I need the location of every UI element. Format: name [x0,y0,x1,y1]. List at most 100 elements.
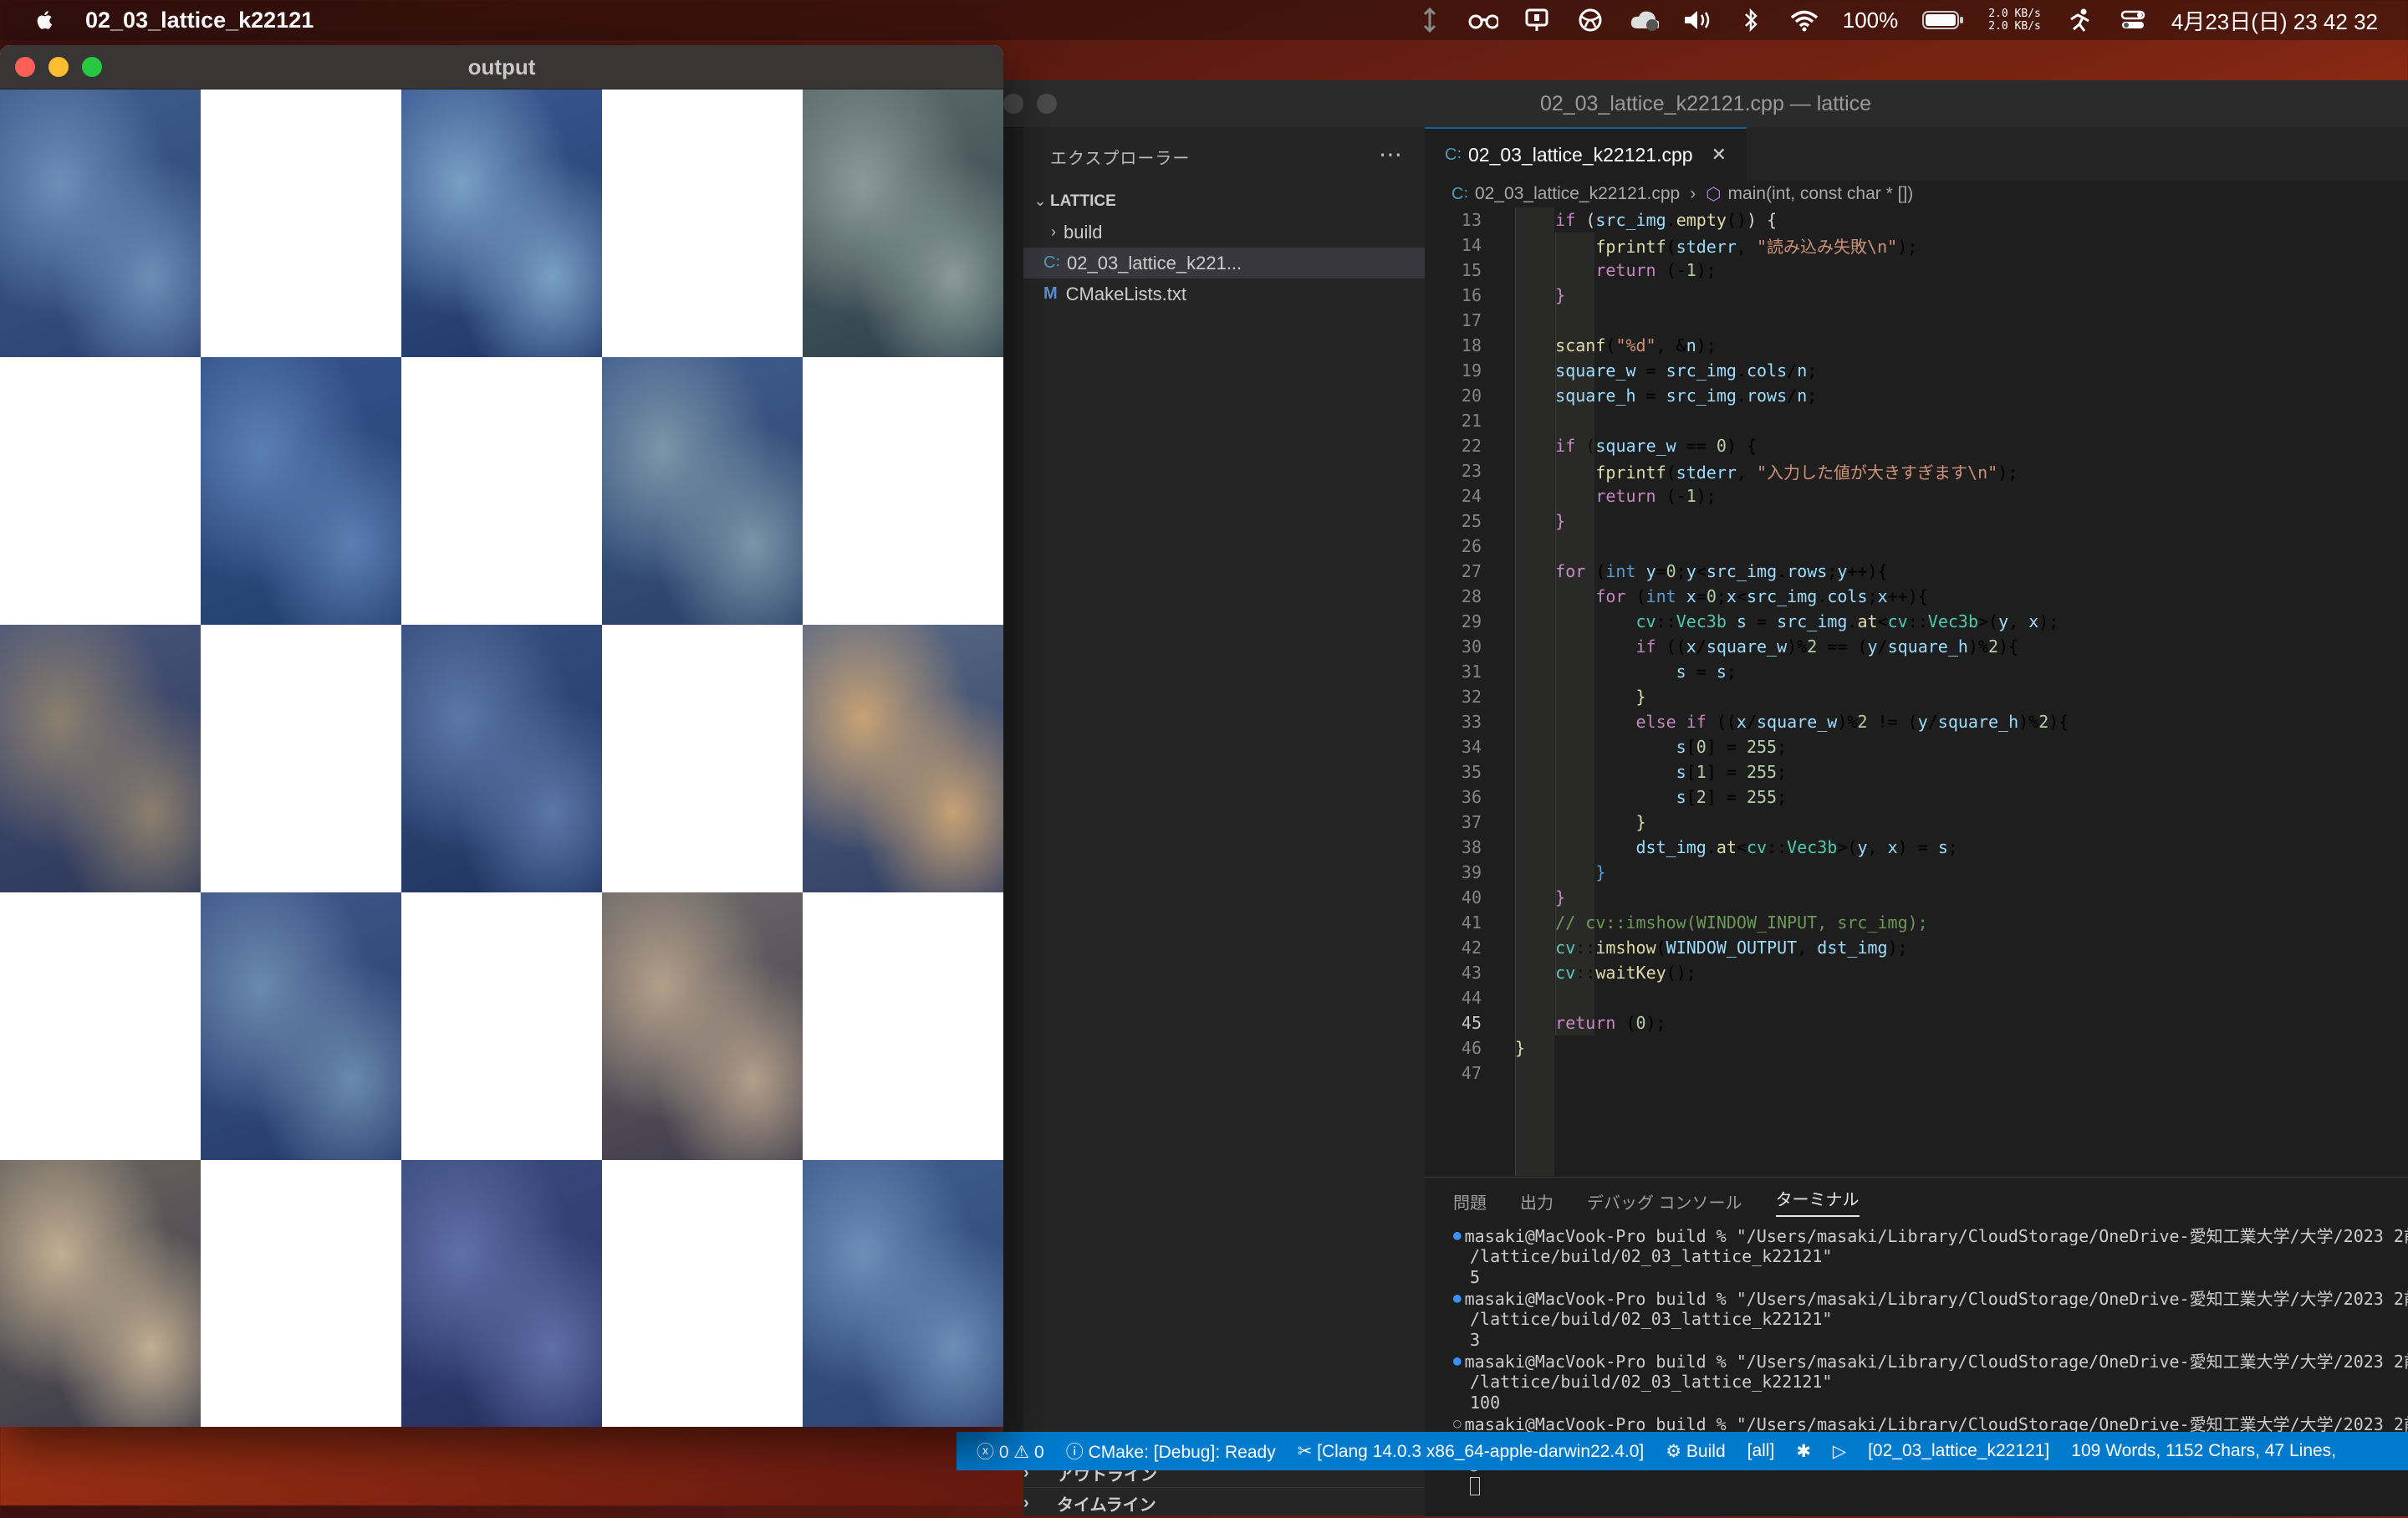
build-button[interactable]: ⚙ Build [1666,1441,1725,1462]
breadcrumb-symbol[interactable]: main(int, const char * []) [1728,184,1914,204]
net-down: 2.0 KB/s [1988,20,2041,33]
workspace-label: LATTICE [1050,192,1116,210]
vscode-window: 02_03_lattice_k22121.cpp — lattice エクスプロ… [1003,80,2408,1516]
explorer-sidebar: エクスプローラー ⋯ ⌄ LATTICE › build C꞉ 02_03_la… [1023,127,1425,1515]
tree-item-label: build [1064,221,1103,243]
tab-terminal[interactable]: ターミナル [1775,1186,1860,1217]
line-number: 45 [1461,1013,1482,1033]
bluetooth-icon[interactable] [1736,8,1766,33]
presenter-icon[interactable] [1522,8,1552,33]
zoom-dot[interactable] [82,57,102,77]
terminal-line: ● masaki@MacVook-Pro build % "/Users/masa… [1453,1287,2408,1308]
workspace-folder[interactable]: ⌄ LATTICE [1023,186,1425,217]
tab-problems[interactable]: 問題 [1453,1189,1487,1214]
terminal-text: 5 [1470,1266,1481,1287]
apple-icon[interactable] [33,8,57,32]
output-window-title: output [467,54,536,79]
control-center-icon[interactable] [2118,8,2148,33]
line-number: 22 [1461,436,1482,456]
word-count[interactable]: 109 Words, 1152 Chars, 47 Lines, [2071,1441,2336,1461]
tree-item-build[interactable]: › build [1023,217,1425,248]
output-titlebar: output [0,45,1003,89]
command-decoration-icon[interactable]: ○ [1453,1415,1462,1431]
play-icon[interactable]: ▷ [1833,1441,1846,1462]
line-number: 21 [1461,411,1482,431]
minimize-dot[interactable] [1037,94,1057,114]
battery-icon[interactable] [1921,8,1965,33]
active-app-name[interactable]: 02_03_lattice_k22121 [85,8,314,33]
tab-active-file[interactable]: C꞉ 02_03_lattice_k22121.cpp ✕ [1425,127,1747,181]
warning-icon: ⚠ [1013,1443,1030,1462]
tree-item-cpp-file[interactable]: C꞉ 02_03_lattice_k221... [1023,248,1425,279]
terminal-text: masaki@MacVook-Pro build % "/Users/masak… [1464,1352,2408,1371]
line-number: 15 [1461,260,1482,280]
line-number: 20 [1461,386,1482,406]
white-tile [602,89,803,357]
terminal-text: masaki@MacVook-Pro build % "/Users/masak… [1464,1226,2408,1245]
explorer-header: エクスプローラー ⋯ [1023,127,1425,186]
terminal-line: 100 [1453,1392,2408,1413]
code-line: 13 if (src_img.empty()) { [1425,207,2408,233]
arrow-updown-icon[interactable] [1415,8,1445,33]
network-speed[interactable]: 2.0 KB/s 2.0 KB/s [1988,8,2041,33]
clock[interactable]: 4月23日(日) 23 42 32 [2171,5,2378,36]
markdown-file-icon: M [1043,284,1058,303]
line-number: 31 [1461,662,1482,682]
terminal-cursor [1453,1475,2408,1496]
white-tile [803,892,1003,1160]
close-icon[interactable]: ✕ [1712,144,1727,166]
command-decoration-icon[interactable]: ● [1453,1227,1462,1243]
build-label: Build [1686,1441,1726,1461]
chevron-right-icon: › [1023,1493,1029,1512]
breadcrumb-file[interactable]: 02_03_lattice_k22121.cpp [1475,184,1680,204]
more-actions-icon[interactable]: ⋯ [1379,141,1403,168]
vscode-titlebar: 02_03_lattice_k22121.cpp — lattice [1003,80,2408,128]
tree-item-cmakelists[interactable]: M CMakeLists.txt [1023,279,1425,309]
cmake-status[interactable]: ⓘ CMake: [Debug]: Ready [1066,1439,1276,1464]
glasses-icon[interactable] [1468,8,1498,33]
launch-target[interactable]: [02_03_lattice_k22121] [1868,1441,2049,1461]
chevron-right-icon: › [1051,223,1056,240]
volume-icon[interactable] [1682,8,1712,33]
vpn-globe-icon[interactable] [1575,8,1605,33]
close-dot[interactable] [15,57,35,77]
debug-bug-icon[interactable]: ✱ [1796,1441,1811,1462]
white-tile [201,89,401,357]
image-tile [201,357,401,625]
white-tile [201,625,401,892]
white-tile [401,357,602,625]
cloud-sync-icon[interactable] [1629,8,1659,33]
running-figure-icon[interactable] [2064,8,2094,33]
cpp-file-icon: C꞉ [1451,184,1468,203]
image-tile [803,625,1003,892]
line-number: 23 [1461,461,1482,481]
image-tile [401,625,602,892]
command-decoration-icon[interactable]: ● [1453,1290,1462,1306]
terminal-text: /lattice/build/02_03_lattice_k22121" [1470,1245,1833,1266]
terminal-text: /lattice/build/02_03_lattice_k22121" [1470,1308,1833,1329]
image-tile [803,1160,1003,1427]
white-tile [201,1160,401,1427]
wifi-icon[interactable] [1789,8,1819,33]
panel-tabs: 問題 出力 デバッグ コンソール ターミナル [1425,1178,2408,1224]
build-target[interactable]: [all] [1747,1441,1775,1461]
tab-output[interactable]: 出力 [1520,1189,1553,1214]
line-number: 27 [1461,561,1482,581]
terminal-line: ● masaki@MacVook-Pro build % "/Users/masa… [1453,1350,2408,1371]
code-editor[interactable]: 13 if (src_img.empty()) {14 fprintf(stde… [1425,207,2408,1176]
terminal-text: masaki@MacVook-Pro build % "/Users/masak… [1464,1289,2408,1308]
tab-label: 02_03_lattice_k22121.cpp [1468,143,1693,166]
line-number: 35 [1461,762,1482,782]
command-decoration-icon[interactable]: ● [1453,1352,1462,1368]
close-dot[interactable] [1003,94,1023,114]
image-tile [602,357,803,625]
timeline-section[interactable]: › タイムライン [1023,1487,1425,1518]
minimize-dot[interactable] [48,57,69,77]
problems-indicator[interactable]: ⓧ 0 ⚠ 0 [977,1439,1044,1464]
cmake-kit[interactable]: ✂ [Clang 14.0.3 x86_64-apple-darwin22.4.… [1298,1441,1645,1462]
terminal-text: 100 [1470,1392,1501,1413]
window-controls [15,45,102,89]
cpp-file-icon: C꞉ [1445,145,1462,164]
tab-debug-console[interactable]: デバッグ コンソール [1587,1189,1742,1214]
vscode-window-title: 02_03_lattice_k22121.cpp — lattice [1539,91,1872,115]
